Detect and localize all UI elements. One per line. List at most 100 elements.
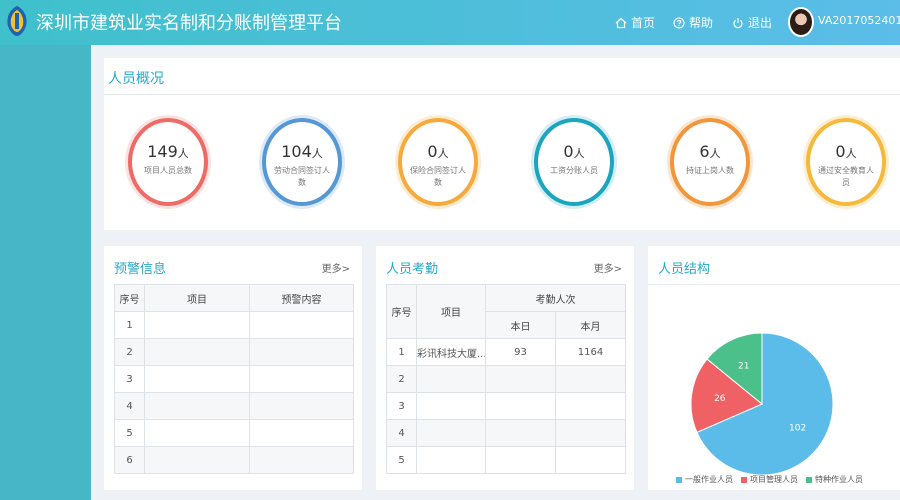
cell-warning bbox=[249, 392, 354, 420]
table-row[interactable]: 3 bbox=[386, 392, 626, 420]
top-bar: 深圳市建筑业实名制和分账制管理平台 首页 帮助 退出 VA20170524018 bbox=[0, 0, 900, 45]
stat-total-personnel[interactable]: 149人 项目人员总数 bbox=[128, 118, 208, 206]
cell-month: 1164 bbox=[555, 338, 626, 366]
stat-label: 项目人员总数 bbox=[144, 166, 192, 175]
col-header-month: 本月 bbox=[555, 311, 626, 339]
pie-data-label-2: 21 bbox=[738, 362, 749, 372]
cell-project bbox=[144, 419, 250, 447]
cell-project bbox=[144, 311, 250, 339]
cell-month bbox=[555, 419, 626, 447]
stat-label: 劳动合同签订人数 bbox=[274, 166, 330, 187]
stat-certified[interactable]: 6人 持证上岗人数 bbox=[670, 118, 750, 206]
cell-index: 2 bbox=[386, 365, 417, 393]
attendance-more-link[interactable]: 更多> bbox=[594, 260, 622, 275]
cell-warning bbox=[249, 419, 354, 447]
stat-label: 工资分账人员 bbox=[550, 166, 598, 175]
cell-month bbox=[555, 392, 626, 420]
warning-panel: 预警信息 更多> 序号 项目 预警内容 1 2 3 4 5 6 bbox=[104, 246, 362, 490]
cell-project bbox=[416, 446, 486, 474]
col-header-attendance: 考勤人次 bbox=[485, 284, 626, 312]
cell-project bbox=[144, 392, 250, 420]
stat-wage-split[interactable]: 0人 工资分账人员 bbox=[534, 118, 614, 206]
legend-item-0[interactable]: 一般作业人员 bbox=[676, 474, 733, 485]
cell-index: 1 bbox=[386, 338, 417, 366]
avatar[interactable] bbox=[788, 7, 814, 37]
stat-label: 通过安全教育人员 bbox=[818, 166, 874, 187]
stat-value-wrap: 149人 bbox=[132, 142, 204, 161]
overview-title: 人员概况 bbox=[108, 71, 164, 87]
table-row[interactable]: 3 bbox=[114, 365, 354, 393]
stat-value: 6 bbox=[699, 142, 710, 161]
cell-project bbox=[144, 365, 250, 393]
stat-value-wrap: 0人 bbox=[538, 142, 610, 161]
cell-today bbox=[485, 446, 556, 474]
cell-index: 4 bbox=[114, 392, 145, 420]
attendance-table: 序号 项目 考勤人次 本日 本月 1 彩讯科技大厦... 93 1164 2 3 4 … bbox=[386, 284, 626, 474]
stat-value-wrap: 0人 bbox=[402, 142, 474, 161]
legend-item-2[interactable]: 特种作业人员 bbox=[806, 474, 863, 485]
cell-month bbox=[555, 365, 626, 393]
cell-project bbox=[416, 365, 486, 393]
legend-swatch bbox=[676, 476, 682, 483]
stat-value-wrap: 0人 bbox=[810, 142, 882, 161]
attendance-title: 人员考勤 bbox=[386, 262, 439, 277]
stat-safety-education[interactable]: 0人 通过安全教育人员 bbox=[806, 118, 886, 206]
stat-unit: 人 bbox=[573, 147, 585, 160]
cell-index: 4 bbox=[386, 419, 417, 447]
legend-swatch bbox=[741, 476, 747, 483]
cell-warning bbox=[249, 365, 354, 393]
app-title: 深圳市建筑业实名制和分账制管理平台 bbox=[36, 13, 342, 34]
stat-unit: 人 bbox=[437, 147, 449, 160]
col-header-today: 本日 bbox=[485, 311, 556, 339]
stat-insurance-contract[interactable]: 0人 保险合同签订人数 bbox=[398, 118, 478, 206]
nav-help-link[interactable]: 帮助 bbox=[673, 14, 713, 31]
pie-legend: 一般作业人员 项目管理人员 特种作业人员 bbox=[676, 474, 863, 485]
cell-index: 2 bbox=[114, 338, 145, 366]
cell-warning bbox=[249, 338, 354, 366]
col-header-project: 项目 bbox=[416, 284, 486, 339]
table-row[interactable]: 5 bbox=[386, 446, 626, 474]
pie-data-label-0: 102 bbox=[789, 423, 806, 433]
cell-warning bbox=[249, 311, 354, 339]
warning-more-link[interactable]: 更多> bbox=[322, 260, 350, 275]
divider bbox=[104, 94, 900, 95]
help-icon bbox=[673, 16, 685, 29]
table-row[interactable]: 5 bbox=[114, 419, 354, 447]
table-row[interactable]: 2 bbox=[114, 338, 354, 366]
table-row[interactable]: 4 bbox=[386, 419, 626, 447]
table-row[interactable]: 6 bbox=[114, 446, 354, 474]
pie-data-label-1: 26 bbox=[714, 394, 726, 404]
nav-home-link[interactable]: 首页 bbox=[615, 14, 655, 31]
username[interactable]: VA20170524018 bbox=[818, 14, 900, 27]
table-row[interactable]: 1 彩讯科技大厦... 93 1164 bbox=[386, 338, 626, 366]
power-icon bbox=[733, 17, 743, 28]
legend-item-1[interactable]: 项目管理人员 bbox=[741, 474, 798, 485]
stat-value: 0 bbox=[835, 142, 846, 161]
cell-warning bbox=[249, 446, 354, 474]
cell-project: 彩讯科技大厦... bbox=[416, 338, 486, 366]
stat-unit: 人 bbox=[709, 147, 721, 160]
table-row[interactable]: 2 bbox=[386, 365, 626, 393]
cell-project bbox=[144, 338, 250, 366]
stat-labor-contract[interactable]: 104人 劳动合同签订人数 bbox=[262, 118, 342, 206]
stat-value: 104 bbox=[281, 142, 312, 161]
nav-logout-label: 退出 bbox=[748, 16, 773, 30]
stat-value: 149 bbox=[147, 142, 178, 161]
nav-logout-link[interactable]: 退出 bbox=[732, 14, 772, 31]
col-header-index: 序号 bbox=[114, 284, 145, 312]
legend-label: 一般作业人员 bbox=[685, 475, 733, 484]
table-row[interactable]: 4 bbox=[114, 392, 354, 420]
legend-label: 项目管理人员 bbox=[750, 475, 798, 484]
table-row[interactable]: 1 bbox=[114, 311, 354, 339]
cell-today bbox=[485, 392, 556, 420]
stat-unit: 人 bbox=[845, 147, 857, 160]
cell-project bbox=[416, 392, 486, 420]
stat-value-wrap: 104人 bbox=[266, 142, 338, 161]
cell-today bbox=[485, 365, 556, 393]
cell-project bbox=[144, 446, 250, 474]
cell-index: 3 bbox=[386, 392, 417, 420]
col-header-project: 项目 bbox=[144, 284, 250, 312]
cell-index: 6 bbox=[114, 446, 145, 474]
warning-table: 序号 项目 预警内容 1 2 3 4 5 6 bbox=[114, 284, 354, 474]
personnel-pie-chart: 102 26 21 bbox=[690, 332, 834, 476]
